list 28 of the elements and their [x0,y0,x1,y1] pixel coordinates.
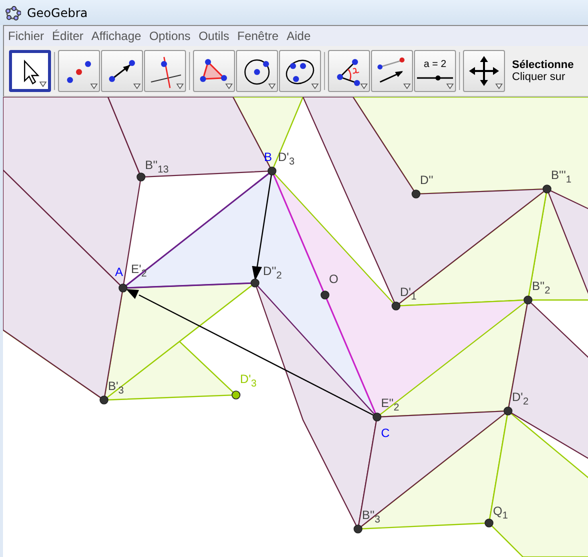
point-label: D'$_{1}$ [400,286,417,302]
window-title: GeoGebra [27,6,88,20]
point-label: D'$_{3}$ [278,151,295,168]
menu-item[interactable]: Fichier [4,29,48,43]
menu-item[interactable]: Aide [282,29,315,43]
tool-help-title: Sélectionne [512,59,574,71]
menu-item[interactable]: Éditer [48,29,88,43]
point-label: O [329,273,338,285]
point-label: B [264,151,272,163]
point-label: A [115,266,124,278]
menu-item[interactable]: Outils [194,29,234,43]
point-label: D'' [420,174,434,186]
point-label: D'$_{3}$ [240,373,257,390]
tool-help-text: Cliquer sur [512,71,566,83]
menu-item[interactable]: Affichage [87,29,146,43]
point-label: D''$_{2}$ [263,265,282,282]
point-label: B''$_{3}$ [362,509,380,526]
point-label: E''$_{2}$ [381,397,400,414]
point-label: B'$_{3}$ [108,380,124,396]
point-label: D'$_{2}$ [512,391,529,408]
point-label: C [381,427,390,439]
menu-item[interactable]: Fenêtre [233,29,283,43]
menu-item[interactable]: Options [145,29,195,43]
point-label: Q$_{1}$ [493,505,508,522]
point-label: B''$_{13}$ [145,159,169,176]
point-label: B''$_{2}$ [532,280,550,296]
tool-button[interactable]: a = 2 [414,50,456,92]
point-label: B'''$_{1}$ [551,169,572,186]
